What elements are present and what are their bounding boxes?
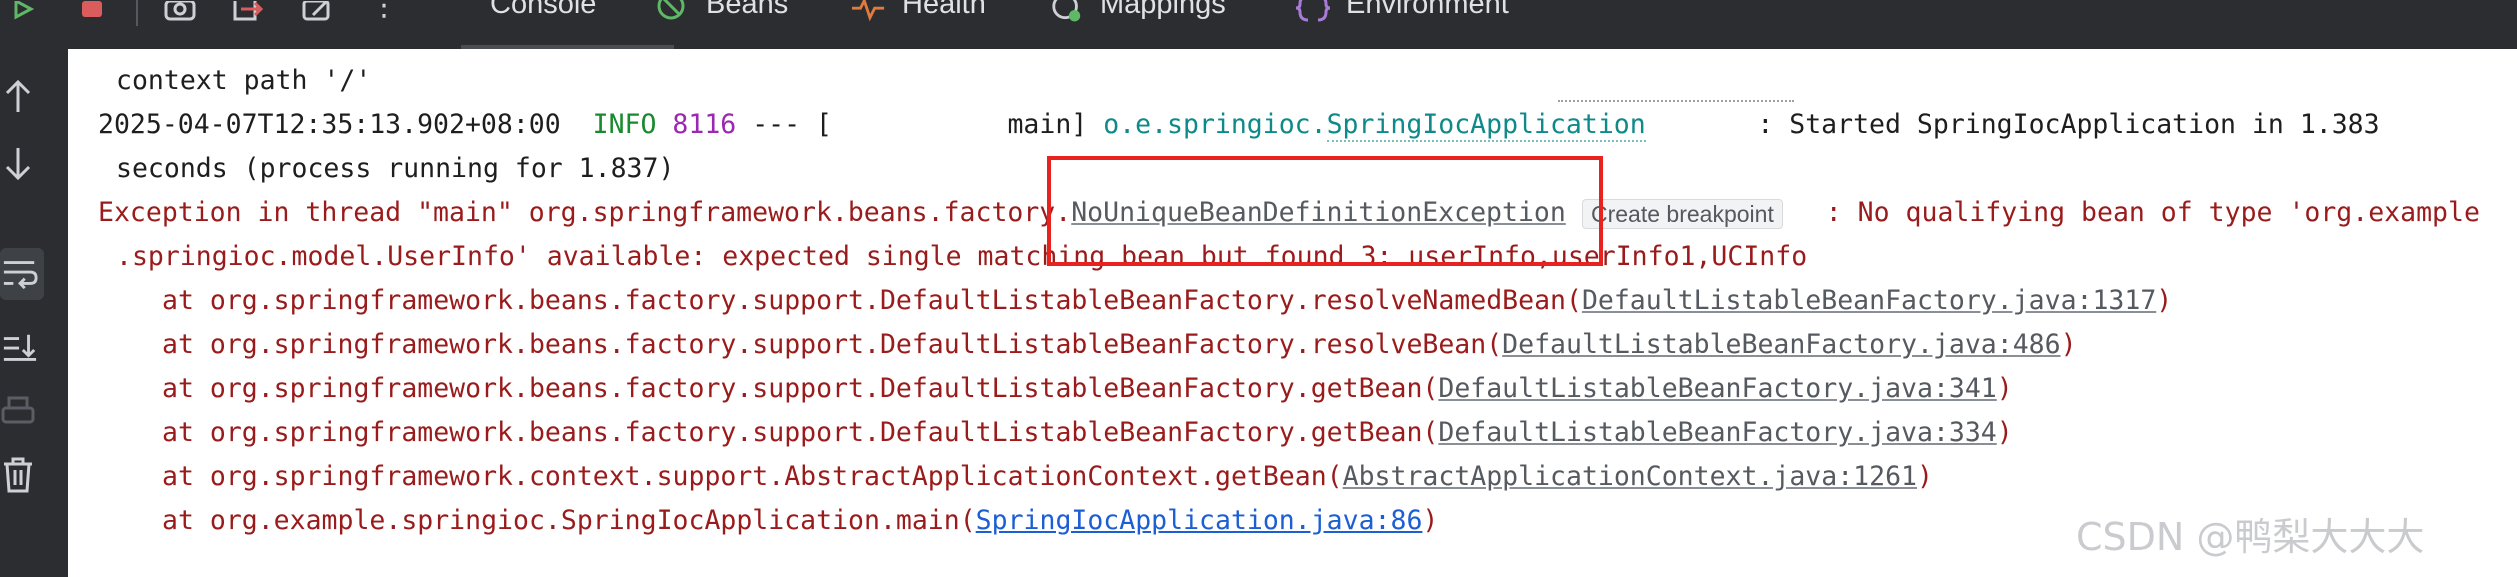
stack-frame: at org.springframework.context.support.A… [162,460,1933,494]
stack-frame-text: at org.springframework.beans.factory.sup… [162,417,1439,448]
log-logger-class-link[interactable]: SpringIocApplication [1326,109,1646,142]
tab-health-label: Health [902,0,986,20]
exception-suffix: : No qualifying bean of type 'org.exampl… [1809,197,2480,228]
stack-frame-source-link[interactable]: DefaultListableBeanFactory.java:1317 [1582,285,2156,316]
console-output[interactable]: context path '/' 2025-04-07T12:35:13.902… [68,49,2517,577]
stack-frame-end: ) [1916,461,1933,492]
stack-frame-text: at org.example.springioc.SpringIocApplic… [162,505,976,536]
tab-beans[interactable]: Beans [656,0,788,24]
dotted-underline-fragment [1558,100,1794,102]
log-level: INFO [592,109,657,140]
stack-frame-text: at org.springframework.beans.factory.sup… [162,329,1503,360]
tab-console-label: Console [490,0,597,20]
print-icon[interactable] [0,395,36,431]
csdn-watermark: CSDN @鸭梨大大大 [2076,515,2425,559]
clear-all-trash-icon[interactable] [0,457,36,493]
stack-frame: at org.springframework.beans.factory.sup… [162,416,2013,450]
log-message: : Started SpringIocApplication in 1.383 [1645,109,2380,140]
log-pid: 8116 [672,109,737,140]
stack-frame-text: at org.springframework.beans.factory.sup… [162,285,1582,316]
mappings-icon [1050,0,1084,24]
log-thread: main] [831,109,1088,140]
stack-frame-source-link[interactable]: SpringIocApplication.java:86 [976,505,1423,536]
beans-icon [656,0,690,24]
stack-frame: at org.springframework.beans.factory.sup… [162,328,2077,362]
exception-prefix: Exception in thread "main" org.springfra… [98,197,1072,228]
stack-frame: at org.example.springioc.SpringIocApplic… [162,504,1438,538]
stack-frame-end: ) [1996,373,2013,404]
highlight-box [1047,156,1603,266]
camera-icon[interactable] [162,0,198,24]
log-logger-package: o.e.springioc. [1103,109,1327,140]
create-breakpoint-tooltip: Create breakpoint [1582,199,1783,229]
stack-frame-source-link[interactable]: DefaultListableBeanFactory.java:341 [1438,373,1996,404]
toolbar-divider [136,0,138,26]
log-line-started: 2025-04-07T12:35:13.902+08:00 INFO 8116 … [98,108,2380,142]
edit-config-icon[interactable] [300,0,336,24]
tab-health[interactable]: Health [852,0,986,24]
console-side-toolbar [0,49,68,577]
run-toolbar: ⋮ Console Beans Health Mappings Environm… [0,0,2517,49]
tab-mappings[interactable]: Mappings [1050,0,1226,24]
more-options-icon[interactable]: ⋮ [366,0,402,24]
log-line-seconds: seconds (process running for 1.837) [116,153,675,184]
tab-mappings-label: Mappings [1100,0,1226,20]
environment-icon [1296,0,1330,24]
tab-environment-label: Environment [1346,0,1509,20]
health-icon [852,0,886,24]
stack-frame-text: at org.springframework.context.support.A… [162,461,1343,492]
stack-frame-end: ) [2156,285,2173,316]
soft-wrap-icon[interactable] [2,255,38,291]
stack-frame: at org.springframework.beans.factory.sup… [162,372,2013,406]
stack-frame-source-link[interactable]: DefaultListableBeanFactory.java:334 [1438,417,1996,448]
tab-environment[interactable]: Environment [1296,0,1509,24]
stack-frame-end: ) [1996,417,2013,448]
stack-frame-end: ) [1422,505,1439,536]
tab-beans-label: Beans [706,0,789,20]
export-icon[interactable] [230,0,266,24]
tab-console[interactable]: Console [490,0,596,24]
log-line-context-path: context path '/' [116,65,372,96]
rerun-icon[interactable] [8,0,44,24]
more-options-glyph: ⋮ [369,0,399,23]
scroll-to-end-icon[interactable] [2,331,38,367]
stop-icon[interactable] [74,0,110,24]
stack-frame-end: ) [2060,329,2077,360]
log-timestamp: 2025-04-07T12:35:13.902+08:00 [98,109,561,140]
stack-frame-source-link[interactable]: AbstractApplicationContext.java:1261 [1343,461,1917,492]
scroll-down-icon[interactable] [0,145,36,181]
scroll-up-icon[interactable] [0,79,36,115]
stack-frame-source-link[interactable]: DefaultListableBeanFactory.java:486 [1502,329,2060,360]
stack-frame: at org.springframework.beans.factory.sup… [162,284,2172,318]
stack-frame-text: at org.springframework.beans.factory.sup… [162,373,1439,404]
log-separator: --- [ [736,109,832,140]
